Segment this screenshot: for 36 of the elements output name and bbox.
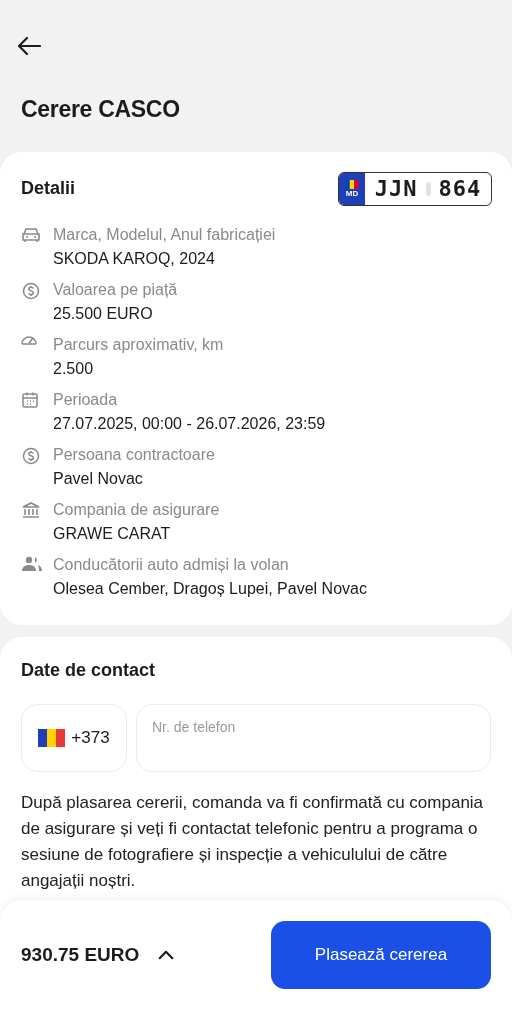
phone-field[interactable]: Nr. de telefon — [136, 703, 491, 772]
field-label: Persoana contractoare — [53, 444, 215, 465]
plate-digits: 864 — [438, 175, 482, 203]
page-title: Cerere CASCO — [21, 95, 181, 124]
plate-letters: JJN — [374, 175, 418, 203]
dollar-icon — [21, 280, 41, 301]
submit-button[interactable]: Plasează cererea — [271, 921, 491, 989]
field-label: Parcurs aproximativ, km — [53, 334, 224, 355]
field-value: 2.500 — [53, 358, 95, 379]
field-value: 27.07.2025, 00:00 - 26.07.2026, 23:59 — [53, 413, 326, 434]
back-icon — [16, 36, 42, 56]
field-label: Conducătorii auto admiși la volan — [53, 554, 290, 575]
bank-icon — [21, 500, 41, 519]
field-label: Valoarea pe piață — [53, 279, 178, 300]
car-icon — [21, 225, 41, 244]
field-label: Marca, Modelul, Anul fabricației — [53, 224, 276, 245]
field-label: Perioada — [53, 389, 119, 410]
country-code: MD — [345, 189, 359, 198]
field-label: Compania de asigurare — [53, 499, 220, 520]
gauge-icon — [21, 335, 37, 346]
field-value: GRAWE CARAT — [53, 523, 172, 544]
flag-icon — [38, 728, 66, 747]
plate-separator — [425, 181, 431, 196]
people-icon — [21, 555, 43, 572]
field-value: 25.500 EURO — [53, 303, 154, 324]
dollar-icon — [21, 445, 41, 466]
section-title: Detalii — [21, 177, 76, 200]
country-code-picker[interactable]: +373 — [21, 703, 127, 772]
info-text: După plasarea cererii, comanda va fi confirmată cu compania de asigurare și veți fi contactat telefonic pentru a programa o sesiune de fotografiere și inspecție a vehiculului de către angajații noștri. — [21, 791, 485, 892]
flag-icon — [345, 179, 359, 189]
field-value: Olesea Cember, Dragoș Lupei, Pavel Novac — [53, 578, 367, 599]
price-summary-toggle[interactable]: 930.75 EURO — [21, 921, 176, 989]
field-value: SKODA KAROQ, 2024 — [53, 248, 216, 269]
field-value: Pavel Novac — [53, 468, 144, 489]
section-title: Date de contact — [21, 658, 157, 682]
calendar-icon — [21, 390, 39, 409]
